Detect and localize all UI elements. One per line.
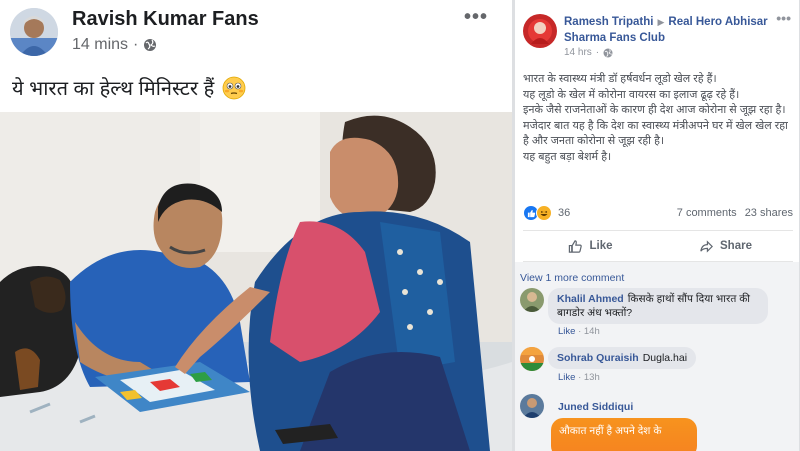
haha-reaction-icon: [536, 205, 552, 221]
author-avatar[interactable]: [523, 14, 557, 48]
page-name[interactable]: Ravish Kumar Fans: [72, 8, 259, 31]
post-time[interactable]: 14 hrs: [564, 47, 592, 58]
meta-dot: ·: [133, 36, 139, 53]
page-avatar[interactable]: [10, 8, 58, 56]
view-more-comments-link[interactable]: View 1 more comment: [520, 272, 624, 284]
post-caption: ये भारत का हेल्थ मिनिस्टर हैं: [12, 74, 246, 101]
comment-time[interactable]: 14h: [584, 326, 600, 337]
comment-meta: Like · 13h: [558, 372, 600, 383]
more-options-icon[interactable]: •••: [776, 10, 791, 26]
comments-section: View 1 more comment Khalil Ahmed किसके हा…: [515, 262, 799, 451]
comments-count[interactable]: 7 comments: [677, 207, 737, 219]
comment-text: Dugla.hai: [642, 352, 688, 364]
post-actions: Like Share: [523, 230, 793, 262]
share-arrow-icon: [700, 239, 714, 253]
comment-image-text: औकात नहीं है अपने देश के: [551, 418, 697, 451]
globe-icon: [603, 48, 613, 57]
right-post: Ramesh Tripathi ▶ Real Hero Abhisar Sharma…: [515, 0, 800, 451]
more-options-icon[interactable]: •••: [464, 6, 488, 29]
author-name[interactable]: Ramesh Tripathi: [564, 16, 653, 28]
comment-bubble: Khalil Ahmed किसके हाथों सौंप दिया भारत क…: [548, 288, 768, 324]
comment-time[interactable]: 13h: [584, 372, 600, 383]
meta-dot: ·: [595, 47, 600, 58]
post-body: भारत के स्वास्थ्य मंत्री डॉ हर्षवर्धन लू…: [523, 72, 791, 165]
share-button[interactable]: Share: [658, 231, 793, 261]
author-avatar-image: [523, 14, 557, 48]
left-post: Ravish Kumar Fans 14 mins · ••• ये भारत …: [0, 0, 512, 451]
post-meta: 14 mins ·: [72, 36, 157, 54]
stats-right: 7 comments 23 shares: [677, 207, 793, 219]
post-time[interactable]: 14 mins: [72, 36, 128, 54]
comment-meta: Like · 14h: [558, 326, 600, 337]
post-meta: 14 hrs ·: [564, 47, 613, 58]
photo-ludo-scene: [0, 112, 512, 451]
like-label: Like: [589, 240, 613, 252]
post-stats: 36 7 comments 23 shares: [523, 205, 793, 223]
thumbs-up-icon: [569, 239, 583, 253]
comment-author[interactable]: Sohrab Quraisih: [557, 352, 639, 364]
commenter-avatar[interactable]: [520, 394, 544, 418]
caption-text: ये भारत का हेल्थ मिनिस्टर हैं: [12, 78, 215, 100]
comment-like-link[interactable]: Like: [558, 372, 575, 383]
commenter-avatar[interactable]: [520, 288, 544, 312]
reaction-count: 36: [558, 207, 571, 219]
reactions-summary[interactable]: 36: [523, 205, 570, 221]
body-line: यह लूडो के खेल में कोरोना वायरस का इलाज …: [523, 88, 740, 101]
share-label: Share: [720, 240, 752, 252]
like-button[interactable]: Like: [523, 231, 658, 261]
body-line: यह बहुत बड़ा बेशर्म है।: [523, 150, 612, 163]
post-header: Ramesh Tripathi ▶ Real Hero Abhisar Sharma…: [564, 14, 774, 46]
globe-icon: [144, 39, 157, 51]
body-line: भारत के स्वास्थ्य मंत्री डॉ हर्षवर्धन लू…: [523, 73, 717, 85]
body-line: मजेदार बात यह है कि देश का स्वास्थ्य मंत…: [523, 119, 788, 148]
shares-count[interactable]: 23 shares: [745, 207, 793, 219]
post-photo[interactable]: [0, 112, 512, 451]
comment-like-link[interactable]: Like: [558, 326, 575, 337]
comment-author[interactable]: Juned Siddiqui: [558, 401, 633, 413]
comment-author[interactable]: Khalil Ahmed: [557, 293, 624, 305]
comment-bubble: Sohrab Quraisih Dugla.hai: [548, 347, 697, 369]
arrow-right-icon: ▶: [657, 17, 665, 27]
avatar-photo: [10, 8, 58, 56]
flushed-face-emoji-icon: [222, 76, 246, 99]
commenter-avatar[interactable]: [520, 347, 544, 371]
body-line: इनके जैसे राजनेताओं के कारण ही देश आज को…: [523, 104, 786, 116]
